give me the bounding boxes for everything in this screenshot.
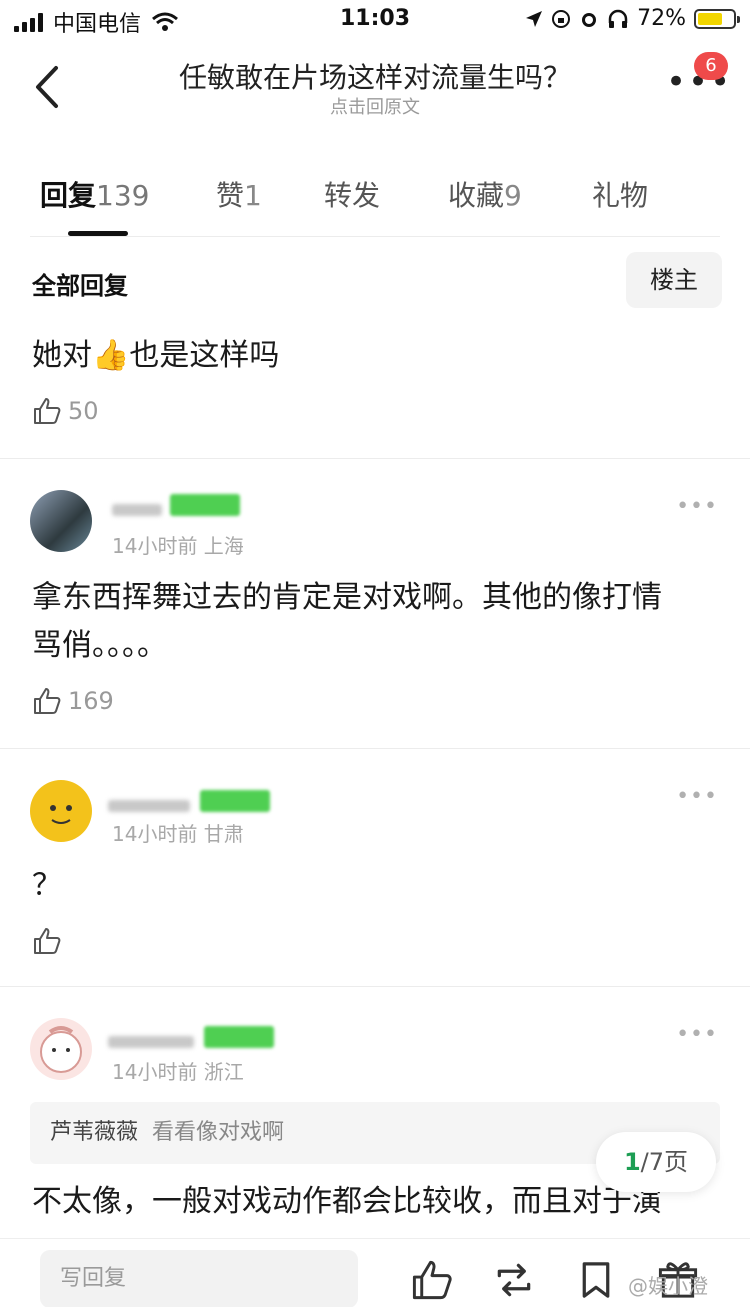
comment-more-icon[interactable]: ••• [676,784,718,809]
notification-badge: 6 [694,52,728,80]
comment-meta: 14小时前 甘肃 [112,822,244,846]
op-only-filter-button[interactable]: 楼主 [626,252,722,308]
status-bar: 中国电信 11:03 72% [0,0,750,44]
username-redacted[interactable] [108,1026,274,1052]
tab-favorites[interactable]: 收藏9 [448,174,522,214]
divider [0,748,750,749]
divider [0,458,750,459]
post-title: 任敏敢在片场这样对流量生吗？ [178,61,571,94]
write-reply-input[interactable]: 写回复 [40,1250,358,1307]
rotation-lock-icon [552,9,571,28]
cartoon-avatar-icon [40,1026,82,1073]
view-original-link[interactable]: 点击回原文 [100,93,650,119]
headphones-icon [608,9,628,28]
tab-reposts[interactable]: 转发 [324,174,380,214]
main-post-text: 她对👍也是这样吗 [32,338,280,373]
comment-like-button[interactable]: 169 [32,686,114,716]
comment-like-button[interactable] [32,926,62,956]
avatar[interactable] [30,1018,92,1080]
like-icon [34,928,61,954]
quoted-text: 看看像对戏啊 [152,1120,285,1145]
like-icon [34,688,61,714]
watermark: @娱小澄 [628,1274,708,1298]
tab-gifts[interactable]: 礼物 [592,174,648,214]
main-post-like-button[interactable]: 50 [32,396,99,426]
avatar[interactable] [30,780,92,842]
all-replies-heading: 全部回复 [32,272,128,300]
smiley-avatar-icon [50,805,72,824]
battery-percent: 72% [637,6,686,31]
like-icon [34,398,61,424]
divider [0,986,750,987]
bookmark-icon[interactable] [574,1258,618,1302]
comment-meta: 14小时前 上海 [112,534,244,558]
divider [30,236,720,237]
quoted-username[interactable]: 芦苇薇薇 [50,1120,138,1145]
battery-icon [694,8,740,29]
alarm-icon [582,12,597,27]
tab-replies[interactable]: 回复139 [40,174,149,214]
tab-likes[interactable]: 赞1 [216,174,262,214]
tab-bar: 回复139 赞1 转发 收藏9 礼物 [0,170,750,236]
like-icon[interactable] [410,1258,454,1302]
repost-icon[interactable] [492,1258,536,1302]
comment-text: 拿东西挥舞过去的肯定是对戏啊。其他的像打情 骂俏。。。。 [32,580,662,663]
page-indicator[interactable]: 1/7页 [596,1132,716,1192]
comment-text: ？ [32,868,62,903]
username-redacted[interactable] [112,494,240,520]
comment-more-icon[interactable]: ••• [676,1022,718,1047]
back-icon[interactable] [28,62,68,112]
avatar[interactable] [30,490,92,552]
username-redacted[interactable] [108,790,270,816]
comment-more-icon[interactable]: ••• [676,494,718,519]
comment-meta: 14小时前 浙江 [112,1060,244,1084]
thumbs-up-emoji: 👍 [92,338,130,373]
status-right: 72% [525,6,740,31]
location-icon [526,10,543,27]
